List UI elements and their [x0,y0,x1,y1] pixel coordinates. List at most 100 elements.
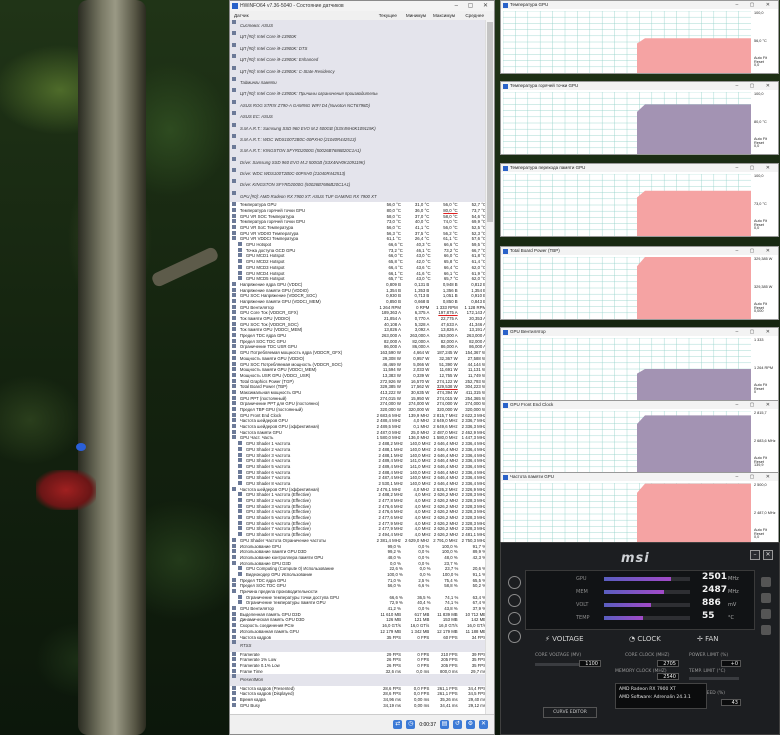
elapsed-time: 0:00:37 [419,721,436,728]
sensor-group-row[interactable]: ЦП [#0]: Intel Core i9-13900K: Enhanced [230,54,488,66]
graph-titlebar[interactable]: GPU Front End Clock – ▢ ✕ [501,401,778,409]
sensor-group-row[interactable]: RTSS [230,640,488,652]
graph-titlebar[interactable]: Total Board Power (TBP) – ▢ ✕ [501,247,778,255]
sensor-group-row[interactable]: Система: ASUS [230,20,488,32]
sensor-icon [232,611,236,616]
reset-icon[interactable]: ↺ [453,720,462,729]
graph-titlebar[interactable]: Температура GPU – ▢ ✕ [501,1,778,9]
tab-voltage[interactable]: ⚡ VOLTAGE [545,632,584,646]
sensor-group-row[interactable]: ЦП [#0]: Intel Core i9-13900K: DTS [230,42,488,55]
power-limit-value[interactable]: +0 [721,660,741,667]
sensor-group-row[interactable]: ЦП [#0]: Intel Core i9-13900K: C-State R… [230,65,488,77]
sensor-group-row[interactable]: ЦП [#0]: Intel Core i9-13900K: Причины о… [230,88,488,100]
sensor-group-row[interactable]: ЦП [#0]: Intel Core i9-13900K [230,31,488,43]
info-icon[interactable] [507,612,521,625]
column-max[interactable]: Максимум [428,11,457,20]
chip-icon [232,31,236,36]
temp-limit-slider[interactable] [689,677,739,680]
window-controls[interactable]: – ▢ ✕ [736,1,775,9]
sensor-value-c: 32,6 ms [385,668,401,674]
graph-pane[interactable]: GPU Вентилятор – ▢ ✕ 1 333 1 264 RPM Auto Fi… [500,327,779,401]
k-boost-icon[interactable] [507,576,521,589]
column-avg[interactable]: Среднее [457,11,486,20]
window-controls[interactable]: – ▢ ✕ [736,401,775,409]
sensor-value-ma: 34,41 ms [439,702,458,708]
window-controls[interactable]: – ▢ ✕ [736,473,775,481]
graph-titlebar[interactable]: Температура горячей точки GPU – ▢ ✕ [501,82,778,90]
column-sensor[interactable]: Датчик [230,11,370,20]
sensor-group-row[interactable]: S.M.A.R.T.: Samsung SSD 960 EVO M.2 500G… [230,122,488,134]
sensor-group-row[interactable]: Drive: Samsung SSD 960 EVO M.2 500GB (S3… [230,156,488,169]
sensor-group-row[interactable]: Drive: WDC WDS100T2B0C-00PXH0 (21040R442… [230,168,488,180]
window-controls[interactable]: – ▢ ✕ [736,328,775,336]
graph-title: Частота памяти GPU [510,474,554,479]
curve-editor-button[interactable]: CURVE EDITOR [543,707,597,718]
core-voltage-slider[interactable] [535,663,583,666]
fan-speed-value[interactable]: 43 [721,699,741,706]
chip-icon [232,145,236,150]
memory-clock-value[interactable]: 2540 [657,673,679,680]
gpu-info-panel: AMD Radeon RX 7900 XT AMD Software: Adre… [615,683,707,709]
graph-titlebar[interactable]: GPU Вентилятор – ▢ ✕ [501,328,778,336]
window-controls[interactable]: – ▢ ✕ [455,1,492,11]
hwinfo-app-icon [503,329,508,335]
graph-pane[interactable]: Total Board Power (TBP) – ▢ ✕ 329,385 W 329… [500,246,779,320]
graph-pane[interactable]: Температура перехода памяти GPU – ▢ ✕ 100,… [500,163,779,237]
nav-icon[interactable]: ⇄ [393,720,403,729]
hwinfo-sensors-window: HWiNFO64 v7.36-5040 - Состояние датчиков… [229,0,495,735]
monitor-icon[interactable] [761,593,771,603]
graph-pane[interactable]: GPU Front End Clock – ▢ ✕ 2 815,7 2 683,6 M… [500,400,779,474]
graph-titlebar[interactable]: Частота памяти GPU – ▢ ✕ [501,473,778,481]
save-report-icon[interactable]: ▤ [440,720,449,729]
window-controls[interactable]: – ▢ ✕ [736,164,775,172]
core-voltage-value[interactable]: 1100 [579,660,601,667]
monitor-unit: °C [728,615,734,621]
sensor-icon [238,270,242,275]
graph-pane[interactable]: Частота памяти GPU – ▢ ✕ 2 500,0 2 487,0 MH… [500,472,779,546]
settings-icon[interactable] [507,630,521,643]
sensor-group-row[interactable]: Drive: KINGSTON SFYRD2000G (50026B7686B2… [230,179,488,191]
sensor-icon [232,407,236,411]
sensor-icon [232,401,236,406]
monitor-label: VOLT [576,602,589,608]
sensor-group-row[interactable]: Тайминги памяти [230,76,488,89]
sensor-row[interactable]: GPU Busy 34,19 ms 0,00 ms 34,41 ms 29,12 ms [230,702,488,709]
sensor-group-row[interactable]: ASUS EC: ASUS [230,111,488,123]
minimize-icon[interactable]: – [750,550,760,560]
apply-icon[interactable] [761,609,771,619]
tab-fan[interactable]: ✢ FAN [697,632,719,646]
afterburner-window-controls[interactable]: – ✕ [750,550,773,560]
settings-icon[interactable]: ⚙ [466,720,475,729]
oc-scanner-icon[interactable] [507,594,521,607]
sensor-group-row[interactable]: S.M.A.R.T.: KINGSTON SFYRD2000G (50026B7… [230,145,488,157]
sensor-list[interactable]: Система: ASUS ЦП [#0]: Intel Core i9-1390… [230,20,488,716]
reset-icon[interactable] [761,625,771,635]
core-clock-value[interactable]: 2705 [657,660,679,667]
sensor-group-row[interactable]: GPU [#0]: AMD Radeon RX 7900 XT: ASUS TU… [230,190,488,203]
tab-clock[interactable]: ◔ CLOCK [629,632,661,646]
sensor-icon [238,247,242,252]
graph-max: 1 333 [754,338,764,342]
column-min[interactable]: Минимум [399,11,428,20]
sensor-name: GPU Busy [239,702,260,708]
column-current[interactable]: Текущее [370,11,399,20]
auto-fit-reset-buttons[interactable]: Auto Fit Reset [754,383,778,391]
graph-min: 0,0 [754,144,760,148]
sensor-group-row[interactable]: PresentMon [230,674,488,686]
chip-icon [232,122,236,127]
window-controls[interactable]: – ▢ ✕ [736,82,775,90]
chip-icon [232,168,236,173]
close-icon[interactable]: ✕ [763,550,773,560]
window-controls[interactable]: – ▢ ✕ [736,247,775,255]
scrollbar-thumb[interactable] [487,22,493,222]
graph-pane[interactable]: Температура горячей точки GPU – ▢ ✕ 100,0 8… [500,81,779,155]
graph-titlebar[interactable]: Температура перехода памяти GPU – ▢ ✕ [501,164,778,172]
sensor-group-row[interactable]: ASUS ROG STRIX Z790-A GAMING WIFI D4 (Nu… [230,99,488,112]
hwinfo-titlebar[interactable]: HWiNFO64 v7.36-5040 - Состояние датчиков… [230,1,494,11]
profile-icon[interactable] [761,577,771,587]
sensor-icon [232,384,236,389]
graph-pane[interactable]: Температура GPU – ▢ ✕ 100,0 56,0 °C Auto Fit… [500,0,779,74]
close-icon[interactable]: ✕ [479,720,488,729]
sensor-group-row[interactable]: S.M.A.R.T.: WDC WDS100T2B0C-00PXH0 (2104… [230,133,488,146]
sensor-list-scrollbar[interactable] [485,20,494,716]
